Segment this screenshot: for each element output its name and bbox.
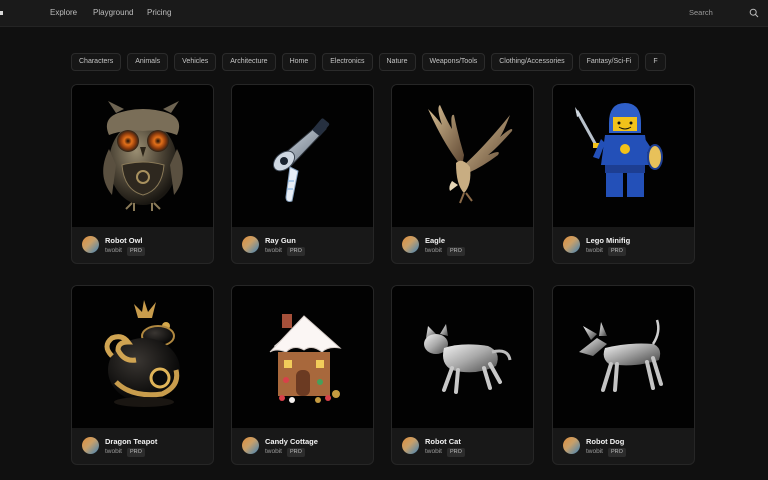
pro-badge: PRO [287,247,305,256]
category-chip[interactable]: Architecture [222,53,276,71]
logo[interactable] [0,11,3,15]
category-chip[interactable]: Nature [378,53,416,71]
model-thumbnail[interactable] [553,286,694,428]
pro-badge: PRO [287,448,305,457]
avatar[interactable] [563,437,580,454]
category-chip[interactable]: F [645,53,666,71]
category-chip[interactable]: Animals [127,53,169,71]
model-thumbnail[interactable] [72,85,213,227]
card-meta: Lego Minifig twobit PRO [553,227,694,263]
author-name[interactable]: twobit [105,247,122,254]
model-title[interactable]: Robot Owl [105,236,143,245]
author-name[interactable]: twobit [586,247,603,254]
author-name[interactable]: twobit [265,247,282,254]
avatar[interactable] [242,437,259,454]
model-card[interactable]: Candy Cottage twobit PRO [231,285,374,465]
eagle-render [428,105,513,204]
card-meta: Eagle twobit PRO [392,227,533,263]
search-icon[interactable] [749,8,759,18]
card-meta: Robot Dog twobit PRO [553,428,694,464]
category-chip[interactable]: Home [281,53,317,71]
author-name[interactable]: twobit [425,448,442,455]
author-name[interactable]: twobit [425,247,442,254]
owl-render [103,101,183,211]
model-thumbnail[interactable] [232,85,373,227]
model-title[interactable]: Eagle [425,236,445,245]
model-thumbnail[interactable] [232,286,373,428]
teapot-render [104,300,180,407]
author-name[interactable]: twobit [105,448,122,455]
nav-pricing[interactable]: Pricing [147,8,171,17]
category-chip[interactable]: Weapons/Tools [421,53,486,71]
model-card[interactable]: Robot Cat twobit PRO [391,285,534,465]
pro-badge: PRO [608,448,626,457]
lego-render [575,103,663,197]
category-chip[interactable]: Electronics [322,53,373,71]
pro-badge: PRO [127,247,145,256]
avatar[interactable] [242,236,259,253]
cottage-render [269,314,342,403]
card-meta: Dragon Teapot twobit PRO [72,428,213,464]
top-nav: Explore Playground Pricing Search [0,0,768,27]
model-card[interactable]: Lego Minifig twobit PRO [552,84,695,264]
pro-badge: PRO [608,247,626,256]
card-meta: Robot Owl twobit PRO [72,227,213,263]
raygun-render [272,118,330,202]
model-card[interactable]: Eagle twobit PRO [391,84,534,264]
pro-badge: PRO [127,448,145,457]
nav-playground[interactable]: Playground [93,8,133,17]
card-meta: Candy Cottage twobit PRO [232,428,373,464]
model-title[interactable]: Robot Cat [425,437,461,446]
avatar[interactable] [82,437,99,454]
model-title[interactable]: Ray Gun [265,236,296,245]
model-title[interactable]: Dragon Teapot [105,437,157,446]
model-title[interactable]: Candy Cottage [265,437,318,446]
category-chip[interactable]: Characters [71,53,122,71]
model-thumbnail[interactable] [392,286,533,428]
model-card[interactable]: Robot Dog twobit PRO [552,285,695,465]
search-input[interactable]: Search [689,8,713,17]
model-thumbnail[interactable] [553,85,694,227]
pro-badge: PRO [447,247,465,256]
model-thumbnail[interactable] [392,85,533,227]
avatar[interactable] [82,236,99,253]
model-card[interactable]: Robot Owl twobit PRO [71,84,214,264]
card-meta: Robot Cat twobit PRO [392,428,533,464]
category-chip[interactable]: Clothing/Accessories [491,53,573,71]
avatar[interactable] [402,437,419,454]
author-name[interactable]: twobit [265,448,282,455]
category-filter-bar: Characters Animals Vehicles Architecture Hom… [71,53,697,72]
author-name[interactable]: twobit [586,448,603,455]
avatar[interactable] [563,236,580,253]
card-meta: Ray Gun twobit PRO [232,227,373,263]
pro-badge: PRO [447,448,465,457]
dog-render [579,319,663,392]
avatar[interactable] [402,236,419,253]
model-thumbnail[interactable] [72,286,213,428]
model-card[interactable]: Dragon Teapot twobit PRO [71,285,214,465]
category-chip[interactable]: Fantasy/Sci-Fi [578,53,640,71]
nav-explore[interactable]: Explore [50,8,77,17]
model-card[interactable]: Ray Gun twobit PRO [231,84,374,264]
model-title[interactable]: Lego Minifig [586,236,630,245]
category-chip[interactable]: Vehicles [174,53,217,71]
cat-render [424,324,512,394]
model-title[interactable]: Robot Dog [586,437,624,446]
